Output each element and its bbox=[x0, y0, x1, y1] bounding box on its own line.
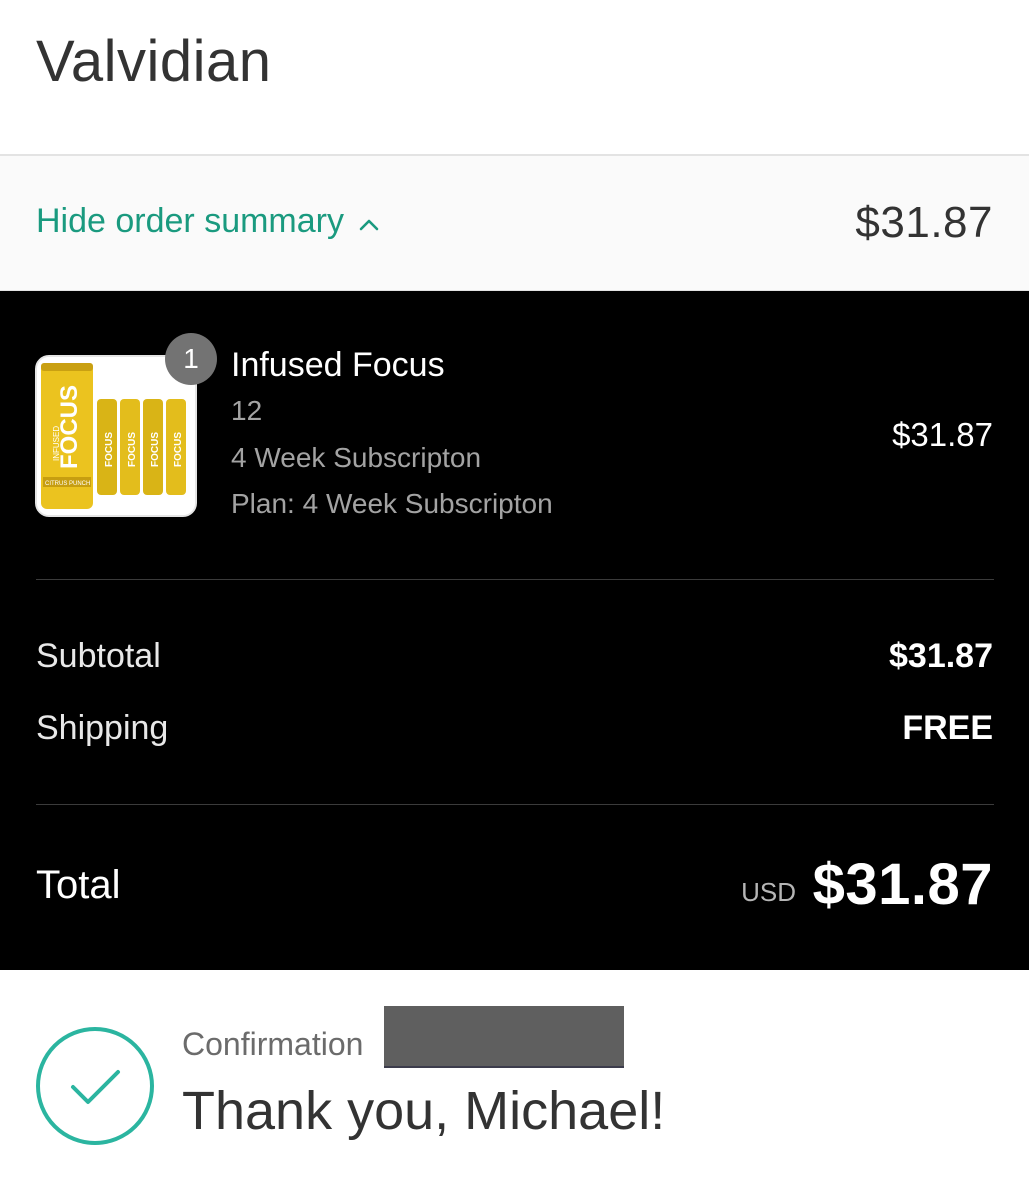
order-summary-bar[interactable]: Hide order summary $31.87 bbox=[0, 154, 1029, 291]
subtotal-label: Subtotal bbox=[36, 637, 161, 675]
store-header: Valvidian bbox=[0, 0, 1029, 154]
can-label-small: FOCUS bbox=[173, 432, 184, 467]
can-label-flavor: CITRUS PUNCH bbox=[45, 481, 90, 487]
check-circle-icon bbox=[36, 1027, 154, 1145]
can-label-infused: INFUSED bbox=[52, 426, 61, 461]
quantity-badge: 1 bbox=[165, 333, 217, 385]
currency-code: USD bbox=[741, 877, 796, 907]
confirmation-label: Confirmation bbox=[182, 1026, 364, 1062]
divider bbox=[36, 579, 994, 580]
product-thumbnail-wrapper: FOCUS FOCUS FOCUS FOCUS FOCUS INFUSED CI… bbox=[35, 333, 217, 517]
hide-order-summary-toggle[interactable]: Hide order summary bbox=[36, 202, 380, 241]
product-subscription: 4 Week Subscripton bbox=[231, 442, 482, 473]
can-label-small: FOCUS bbox=[104, 432, 115, 467]
confirmation-section: Confirmation Thank you, Michael! bbox=[0, 970, 1029, 1200]
product-thumbnail: FOCUS FOCUS FOCUS FOCUS FOCUS INFUSED CI… bbox=[35, 355, 197, 517]
product-variant: 12 bbox=[231, 395, 263, 426]
thank-you-heading: Thank you, Michael! bbox=[182, 1081, 666, 1141]
subtotal-value: $31.87 bbox=[889, 637, 993, 675]
summary-total: $31.87 bbox=[855, 198, 993, 247]
can-label-small: FOCUS bbox=[150, 432, 161, 467]
store-name[interactable]: Valvidian bbox=[36, 28, 272, 95]
product-name: Infused Focus bbox=[231, 346, 445, 384]
product-plan: Plan: 4 Week Subscripton bbox=[231, 488, 553, 519]
shipping-label: Shipping bbox=[36, 709, 169, 747]
product-image: FOCUS FOCUS FOCUS FOCUS FOCUS INFUSED CI… bbox=[37, 357, 195, 515]
total-label: Total bbox=[36, 863, 121, 907]
hide-order-summary-label[interactable]: Hide order summary bbox=[36, 202, 344, 241]
order-summary-panel: FOCUS FOCUS FOCUS FOCUS FOCUS INFUSED CI… bbox=[0, 291, 1029, 970]
grand-total: $31.87 bbox=[812, 852, 993, 917]
shipping-value: FREE bbox=[902, 709, 993, 747]
divider bbox=[36, 804, 994, 805]
redacted-confirmation-number bbox=[384, 1006, 624, 1068]
chevron-up-icon[interactable] bbox=[358, 214, 380, 236]
can-label-small: FOCUS bbox=[127, 432, 138, 467]
product-price: $31.87 bbox=[892, 416, 993, 453]
